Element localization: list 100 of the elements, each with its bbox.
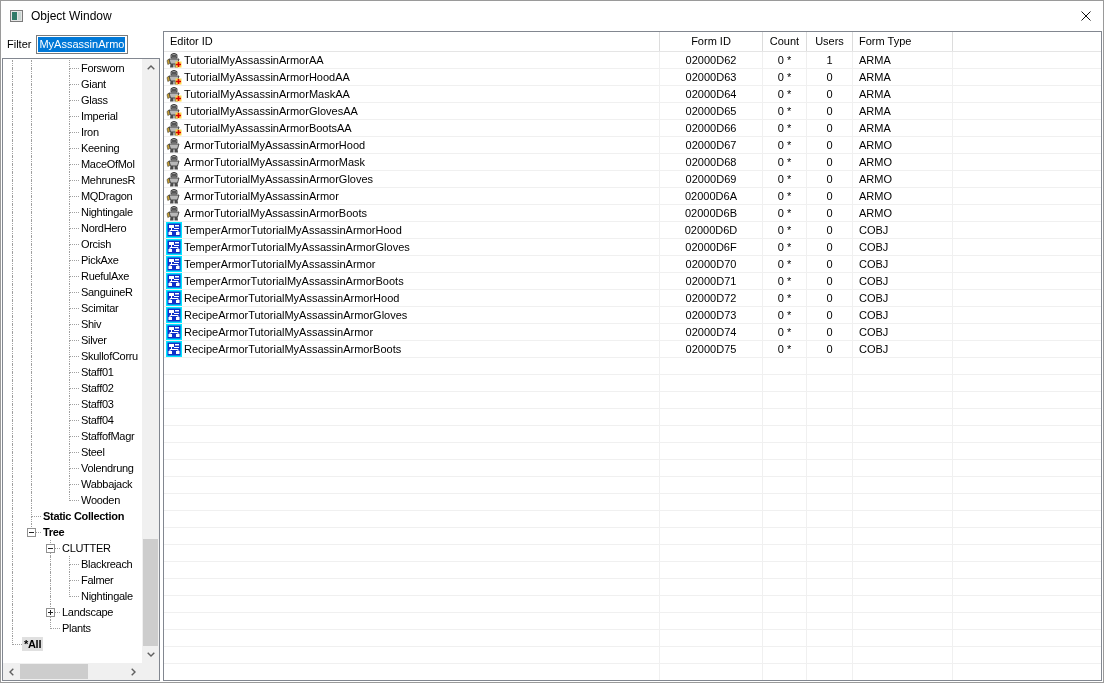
tree-item[interactable]: Scimitar <box>79 301 121 315</box>
chevron-right-icon <box>131 667 136 676</box>
tree-item[interactable]: Silver <box>79 333 109 347</box>
form-type-text: ARMA <box>853 69 953 85</box>
filter-field[interactable]: MyAssassinArmo <box>36 35 129 54</box>
form-type-text: ARMA <box>853 120 953 136</box>
form-id-text: 02000D65 <box>660 103 763 119</box>
tree-item[interactable]: Plants <box>60 621 93 635</box>
editor-id-text: ArmorTutorialMyAssassinArmor <box>184 188 339 204</box>
tree-item[interactable]: Keening <box>79 141 122 155</box>
form-type-text: ARMO <box>853 154 953 170</box>
count-text: 0 * <box>763 188 807 204</box>
form-type-text: COBJ <box>853 222 953 238</box>
editor-id-text: ArmorTutorialMyAssassinArmorHood <box>184 137 366 153</box>
count-text: 0 * <box>763 69 807 85</box>
tree-item[interactable]: Volendrung <box>79 461 136 475</box>
tree-item[interactable]: Steel <box>79 445 107 459</box>
count-text: 0 * <box>763 137 807 153</box>
tree-item[interactable]: NordHero <box>79 221 129 235</box>
tree-item[interactable]: Staff03 <box>79 397 116 411</box>
tree-item[interactable]: Imperial <box>79 109 120 123</box>
tree-item[interactable]: Blackreach <box>79 557 135 571</box>
users-text: 0 <box>807 273 853 289</box>
form-type-text: ARMO <box>853 205 953 221</box>
tree-item[interactable]: MaceOfMol <box>79 157 137 171</box>
tree-item[interactable]: Wooden <box>79 493 122 507</box>
editor-id-text: TutorialMyAssassinArmorBootsAA <box>184 120 352 136</box>
form-type-text: COBJ <box>853 341 953 357</box>
tree-item[interactable]: Nightingale <box>79 589 135 603</box>
count-text: 0 * <box>763 307 807 323</box>
column-header[interactable]: Editor ID <box>164 32 660 51</box>
tree-item[interactable]: RuefulAxe <box>79 269 132 283</box>
tree-item[interactable]: Shiv <box>79 317 104 331</box>
tree-item[interactable]: CLUTTER <box>60 541 113 555</box>
tree-toggle[interactable] <box>46 544 55 553</box>
tree-item[interactable]: Landscape <box>60 605 116 619</box>
count-text: 0 * <box>763 154 807 170</box>
form-id-text: 02000D66 <box>660 120 763 136</box>
tree-item[interactable]: Giant <box>79 77 108 91</box>
tree-item[interactable]: Staff02 <box>79 381 116 395</box>
tree-item[interactable]: Iron <box>79 125 101 139</box>
tree-item[interactable]: MehrunesR <box>79 173 138 187</box>
form-type-text: ARMO <box>853 188 953 204</box>
tree-item[interactable]: Staff01 <box>79 365 116 379</box>
tree-item[interactable]: MQDragon <box>79 189 135 203</box>
form-id-text: 02000D67 <box>660 137 763 153</box>
editor-id-text: ArmorTutorialMyAssassinArmorGloves <box>184 171 374 187</box>
tree-item[interactable]: Forsworn <box>79 61 127 75</box>
tree-item[interactable]: StaffofMagr <box>79 429 137 443</box>
form-id-text: 02000D70 <box>660 256 763 272</box>
diagram-tile-icon <box>166 273 182 289</box>
tree-toggle[interactable] <box>27 528 36 537</box>
users-text: 1 <box>807 52 853 68</box>
column-header[interactable]: Users <box>807 32 853 51</box>
users-text: 0 <box>807 120 853 136</box>
form-id-text: 02000D73 <box>660 307 763 323</box>
chevron-up-icon <box>146 65 155 70</box>
form-type-text: ARMA <box>853 86 953 102</box>
form-type-text: COBJ <box>853 307 953 323</box>
form-id-text: 02000D6D <box>660 222 763 238</box>
filter-label: Filter <box>7 37 32 53</box>
editor-id-text: RecipeArmorTutorialMyAssassinArmorHood <box>184 290 400 306</box>
tree-item[interactable]: Static Collection <box>41 509 127 523</box>
armored-figure-plus-icon <box>166 120 182 136</box>
editor-id-text: TemperArmorTutorialMyAssassinArmor <box>184 256 376 272</box>
tree-item[interactable]: Staff04 <box>79 413 116 427</box>
count-text: 0 * <box>763 290 807 306</box>
scrollbar-thumb[interactable] <box>20 664 88 679</box>
tree-item[interactable]: *All <box>22 637 44 651</box>
minus-icon <box>48 546 53 551</box>
tree-item[interactable]: PickAxe <box>79 253 121 267</box>
tree-item[interactable]: Glass <box>79 93 110 107</box>
diagram-tile-icon <box>166 222 182 238</box>
scrollbar-thumb[interactable] <box>143 539 158 646</box>
tree-item[interactable]: Falmer <box>79 573 116 587</box>
form-id-text: 02000D74 <box>660 324 763 340</box>
users-text: 0 <box>807 256 853 272</box>
column-header[interactable]: Count <box>763 32 807 51</box>
diagram-tile-icon <box>166 290 182 306</box>
column-header[interactable]: Form ID <box>660 32 763 51</box>
tree-item[interactable]: SkullofCorru <box>79 349 140 363</box>
editor-id-text: TutorialMyAssassinArmorGlovesAA <box>184 103 358 119</box>
tree-item[interactable]: Orcish <box>79 237 113 251</box>
count-text: 0 * <box>763 103 807 119</box>
armored-figure-icon <box>166 188 182 204</box>
form-id-text: 02000D72 <box>660 290 763 306</box>
count-text: 0 * <box>763 120 807 136</box>
tree-item[interactable]: Tree <box>41 525 67 539</box>
users-text: 0 <box>807 171 853 187</box>
form-id-text: 02000D62 <box>660 52 763 68</box>
editor-id-text: TemperArmorTutorialMyAssassinArmorGloves <box>184 239 410 255</box>
users-text: 0 <box>807 290 853 306</box>
tree-item[interactable]: SanguineR <box>79 285 135 299</box>
column-header[interactable]: Form Type <box>853 32 953 51</box>
editor-id-text: TemperArmorTutorialMyAssassinArmorHood <box>184 222 402 238</box>
tree-item[interactable]: Wabbajack <box>79 477 135 491</box>
tree-item[interactable]: Nightingale <box>79 205 135 219</box>
diagram-tile-icon <box>166 256 182 272</box>
minus-icon <box>29 530 34 535</box>
tree-toggle[interactable] <box>46 608 55 617</box>
